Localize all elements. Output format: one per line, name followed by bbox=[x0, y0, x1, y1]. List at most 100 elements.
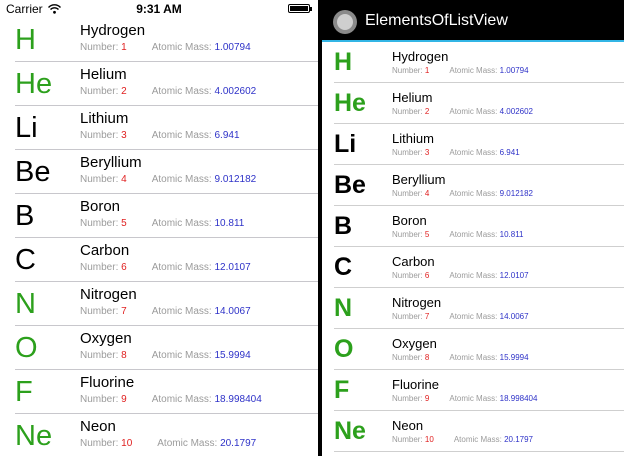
element-symbol: He bbox=[334, 89, 366, 117]
app-logo-icon[interactable] bbox=[333, 10, 357, 34]
atomic-mass-label: Atomic Mass: bbox=[151, 130, 212, 141]
ios-element-list[interactable]: H Hydrogen Number: 1 Atomic Mass: 1.00794 He… bbox=[0, 18, 318, 456]
element-name: Lithium bbox=[392, 131, 434, 146]
element-details: Number: 7 Atomic Mass: 14.0067 bbox=[392, 312, 529, 321]
element-details: Number: 7 Atomic Mass: 14.0067 bbox=[80, 306, 251, 317]
element-atomic-mass: 20.1797 bbox=[504, 435, 533, 444]
element-name: Beryllium bbox=[80, 154, 142, 171]
element-atomic-mass: 18.998404 bbox=[499, 394, 538, 403]
number-label: Number: bbox=[392, 353, 423, 362]
element-number: 3 bbox=[121, 130, 127, 141]
atomic-mass-label: Atomic Mass: bbox=[151, 42, 212, 53]
element-atomic-mass: 20.1797 bbox=[220, 438, 257, 449]
element-details: Number: 9 Atomic Mass: 18.998404 bbox=[392, 394, 537, 403]
list-item[interactable]: O Oxygen Number: 8 Atomic Mass: 15.9994 bbox=[322, 329, 624, 370]
list-item[interactable]: Li Lithium Number: 3 Atomic Mass: 6.941 bbox=[322, 124, 624, 165]
list-item[interactable]: He Helium Number: 2 Atomic Mass: 4.002602 bbox=[0, 62, 318, 106]
element-name: Carbon bbox=[80, 242, 130, 259]
element-atomic-mass: 10.811 bbox=[499, 230, 524, 239]
element-details: Number: 5 Atomic Mass: 10.811 bbox=[80, 218, 244, 229]
element-number: 2 bbox=[121, 86, 127, 97]
atomic-mass-label: Atomic Mass: bbox=[449, 271, 498, 280]
atomic-mass-label: Atomic Mass: bbox=[151, 174, 212, 185]
list-item[interactable]: N Nitrogen Number: 7 Atomic Mass: 14.0067 bbox=[0, 282, 318, 326]
list-item[interactable]: B Boron Number: 5 Atomic Mass: 10.811 bbox=[0, 194, 318, 238]
element-symbol: F bbox=[334, 376, 350, 404]
element-details: Number: 6 Atomic Mass: 12.0107 bbox=[392, 271, 529, 280]
element-symbol: O bbox=[334, 335, 354, 363]
element-symbol: F bbox=[15, 376, 33, 408]
atomic-mass-label: Atomic Mass: bbox=[449, 353, 498, 362]
element-atomic-mass: 9.012182 bbox=[214, 174, 257, 185]
android-element-list[interactable]: H Hydrogen Number: 1 Atomic Mass: 1.00794 He… bbox=[322, 42, 624, 452]
element-number: 8 bbox=[424, 353, 430, 362]
element-number: 6 bbox=[424, 271, 430, 280]
element-name: Hydrogen bbox=[80, 22, 146, 39]
element-details: Number: 4 Atomic Mass: 9.012182 bbox=[80, 174, 256, 185]
list-item[interactable]: Li Lithium Number: 3 Atomic Mass: 6.941 bbox=[0, 106, 318, 150]
element-details: Number: 5 Atomic Mass: 10.811 bbox=[392, 230, 524, 239]
element-name: Nitrogen bbox=[392, 295, 442, 310]
element-symbol: H bbox=[334, 48, 353, 76]
element-details: Number: 8 Atomic Mass: 15.9994 bbox=[80, 350, 251, 361]
element-atomic-mass: 4.002602 bbox=[499, 107, 533, 116]
element-atomic-mass: 4.002602 bbox=[214, 86, 257, 97]
element-atomic-mass: 15.9994 bbox=[214, 350, 251, 361]
element-atomic-mass: 1.00794 bbox=[499, 66, 529, 75]
element-atomic-mass: 14.0067 bbox=[214, 306, 251, 317]
element-atomic-mass: 18.998404 bbox=[214, 394, 262, 405]
element-symbol: C bbox=[334, 253, 353, 281]
element-symbol: C bbox=[15, 244, 36, 276]
element-details: Number: 3 Atomic Mass: 6.941 bbox=[80, 130, 240, 141]
list-item[interactable]: N Nitrogen Number: 7 Atomic Mass: 14.0067 bbox=[322, 288, 624, 329]
list-item[interactable]: C Carbon Number: 6 Atomic Mass: 12.0107 bbox=[322, 247, 624, 288]
element-symbol: B bbox=[334, 212, 353, 240]
atomic-mass-label: Atomic Mass: bbox=[449, 230, 498, 239]
element-number: 1 bbox=[424, 66, 430, 75]
element-name: Oxygen bbox=[80, 330, 132, 347]
element-details: Number: 8 Atomic Mass: 15.9994 bbox=[392, 353, 529, 362]
atomic-mass-label: Atomic Mass: bbox=[151, 218, 212, 229]
list-item[interactable]: O Oxygen Number: 8 Atomic Mass: 15.9994 bbox=[0, 326, 318, 370]
list-item[interactable]: Be Beryllium Number: 4 Atomic Mass: 9.01218… bbox=[0, 150, 318, 194]
list-item[interactable]: F Fluorine Number: 9 Atomic Mass: 18.998404 bbox=[322, 370, 624, 411]
element-details: Number: 2 Atomic Mass: 4.002602 bbox=[80, 86, 256, 97]
element-atomic-mass: 9.012182 bbox=[499, 189, 533, 198]
element-atomic-mass: 12.0107 bbox=[499, 271, 529, 280]
list-item[interactable]: He Helium Number: 2 Atomic Mass: 4.002602 bbox=[322, 83, 624, 124]
number-label: Number: bbox=[80, 42, 119, 53]
element-name: Boron bbox=[392, 213, 427, 228]
list-item[interactable]: H Hydrogen Number: 1 Atomic Mass: 1.00794 bbox=[322, 42, 624, 83]
number-label: Number: bbox=[392, 230, 423, 239]
element-name: Nitrogen bbox=[80, 286, 137, 303]
element-symbol: Li bbox=[15, 112, 38, 144]
element-symbol: Ne bbox=[334, 417, 366, 445]
number-label: Number: bbox=[392, 66, 423, 75]
element-name: Oxygen bbox=[392, 336, 437, 351]
list-item[interactable]: Be Beryllium Number: 4 Atomic Mass: 9.01218… bbox=[322, 165, 624, 206]
number-label: Number: bbox=[392, 435, 423, 444]
list-item[interactable]: Ne Neon Number: 10 Atomic Mass: 20.1797 bbox=[322, 411, 624, 452]
element-details: Number: 6 Atomic Mass: 12.0107 bbox=[80, 262, 251, 273]
atomic-mass-label: Atomic Mass: bbox=[449, 189, 498, 198]
ios-screen: Carrier 9:31 AM H Hydrogen Number: 1 Atomic… bbox=[0, 0, 318, 456]
list-item[interactable]: B Boron Number: 5 Atomic Mass: 10.811 bbox=[322, 206, 624, 247]
atomic-mass-label: Atomic Mass: bbox=[449, 66, 498, 75]
list-item[interactable]: Ne Neon Number: 10 Atomic Mass: 20.1797 bbox=[0, 414, 318, 456]
atomic-mass-label: Atomic Mass: bbox=[151, 86, 212, 97]
element-name: Neon bbox=[80, 418, 116, 435]
element-number: 6 bbox=[121, 262, 127, 273]
atomic-mass-label: Atomic Mass: bbox=[151, 394, 212, 405]
list-item[interactable]: H Hydrogen Number: 1 Atomic Mass: 1.00794 bbox=[0, 18, 318, 62]
element-name: Boron bbox=[80, 198, 121, 215]
number-label: Number: bbox=[392, 394, 423, 403]
element-name: Helium bbox=[80, 66, 127, 83]
element-details: Number: 2 Atomic Mass: 4.002602 bbox=[392, 107, 533, 116]
element-name: Fluorine bbox=[392, 377, 439, 392]
row-separator bbox=[334, 451, 624, 452]
list-item[interactable]: F Fluorine Number: 9 Atomic Mass: 18.998404 bbox=[0, 370, 318, 414]
list-item[interactable]: C Carbon Number: 6 Atomic Mass: 12.0107 bbox=[0, 238, 318, 282]
element-name: Helium bbox=[392, 90, 433, 105]
atomic-mass-label: Atomic Mass: bbox=[151, 306, 212, 317]
element-symbol: O bbox=[15, 332, 38, 364]
